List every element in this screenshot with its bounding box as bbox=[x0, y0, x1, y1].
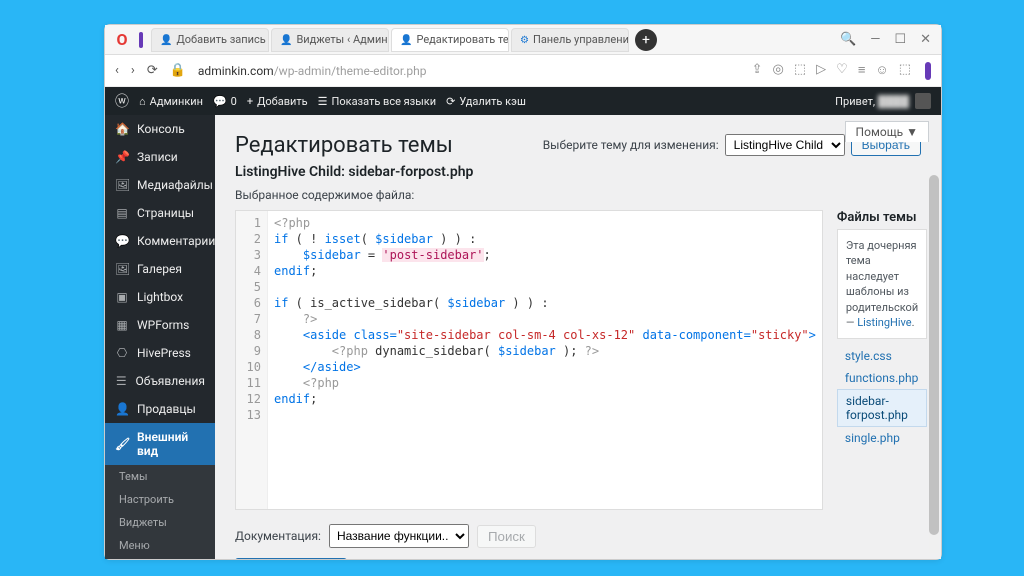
heart-icon[interactable]: ♡ bbox=[836, 62, 848, 80]
file-item[interactable]: sidebar-forpost.php bbox=[837, 389, 927, 427]
sidebar-item-posts[interactable]: 📌Записи bbox=[105, 143, 215, 171]
update-file-button[interactable]: Обновить файл bbox=[235, 558, 347, 559]
opera-icon[interactable] bbox=[113, 31, 131, 49]
theme-select-label: Выберите тему для изменения: bbox=[543, 138, 719, 152]
file-item[interactable]: functions.php bbox=[837, 367, 927, 389]
line-gutter: 12345678910111213 bbox=[236, 211, 268, 509]
sidebar-item-dashboard[interactable]: 🏠Консоль bbox=[105, 115, 215, 143]
wp-sidebar: 🏠Консоль 📌Записи 🖼Медиафайлы ▤Страницы 💬… bbox=[105, 115, 215, 559]
lightbox-icon: ▣ bbox=[115, 290, 129, 304]
url-field[interactable]: adminkin.com/wp-admin/theme-editor.php bbox=[198, 64, 740, 78]
browser-tab[interactable]: Панель управления VH bbox=[511, 28, 629, 52]
browser-tab[interactable]: Виджеты ‹ Админкин — bbox=[271, 28, 389, 52]
sidebar-item-hivepress[interactable]: ⎔HivePress bbox=[105, 339, 215, 367]
adminbar-comments[interactable]: 💬 0 bbox=[213, 95, 237, 108]
files-note: Эта дочерняя тема наследует шаблоны из р… bbox=[837, 229, 927, 339]
code-editor[interactable]: 12345678910111213 <?phpif ( ! isset( $si… bbox=[235, 210, 823, 510]
play-icon[interactable]: ▷ bbox=[816, 62, 826, 80]
minimize-icon[interactable]: — bbox=[870, 32, 880, 47]
avatar-icon[interactable] bbox=[915, 93, 931, 109]
media-icon: 🖼 bbox=[115, 178, 129, 192]
file-subtitle: ListingHive Child: sidebar-forpost.php bbox=[235, 164, 921, 180]
browser-tab[interactable]: Добавить запись ‹ Адми bbox=[151, 28, 269, 52]
menu-icon[interactable]: ≡ bbox=[858, 62, 866, 80]
comment-icon: 💬 bbox=[115, 234, 129, 248]
person-icon bbox=[160, 33, 172, 46]
adminbar-add[interactable]: + Добавить bbox=[247, 95, 308, 108]
code-body[interactable]: <?phpif ( ! isset( $sidebar ) ) : $sideb… bbox=[268, 211, 822, 509]
hive-icon: ⎔ bbox=[115, 346, 129, 360]
list-icon: ☰ bbox=[115, 374, 127, 388]
wp-adminbar: ⌂ Админкин 💬 0 + Добавить ☰ Показать все… bbox=[105, 87, 941, 115]
page-icon: ▤ bbox=[115, 206, 129, 220]
sidebar-pill bbox=[139, 32, 143, 48]
scrollbar-track[interactable] bbox=[929, 175, 939, 553]
dashboard-icon: 🏠 bbox=[115, 122, 129, 136]
sidebar-item-gallery[interactable]: 🖼Галерея bbox=[105, 255, 215, 283]
gear-icon bbox=[520, 33, 529, 46]
sidebar-item-listings[interactable]: ☰Объявления bbox=[105, 367, 215, 395]
sidebar-item-pages[interactable]: ▤Страницы bbox=[105, 199, 215, 227]
scrollbar-thumb[interactable] bbox=[929, 175, 939, 535]
help-tab[interactable]: Помощь ▼ bbox=[845, 121, 929, 142]
sidebar-sub-widgets[interactable]: Виджеты bbox=[105, 511, 215, 534]
wp-content: Помощь ▼ Редактировать темы Выберите тем… bbox=[215, 115, 941, 559]
adminbar-langs[interactable]: ☰ Показать все языки bbox=[318, 95, 436, 108]
doc-label: Документация: bbox=[235, 529, 321, 543]
pin-icon: 📌 bbox=[115, 150, 129, 164]
sidebar-item-lightbox[interactable]: ▣Lightbox bbox=[105, 283, 215, 311]
wpforms-icon: ▦ bbox=[115, 318, 129, 332]
wp-logo-icon[interactable] bbox=[115, 91, 129, 111]
browser-tab-active[interactable]: Редактировать темы ‹ А bbox=[391, 28, 509, 52]
sidebar-item-wpforms[interactable]: ▦WPForms bbox=[105, 311, 215, 339]
sidebar-sub-header[interactable]: Заголовок bbox=[105, 557, 215, 559]
cube-icon[interactable]: ⬚ bbox=[794, 62, 806, 80]
sidebar-sub-customize[interactable]: Настроить bbox=[105, 488, 215, 511]
content-desc: Выбранное содержимое файла: bbox=[235, 188, 921, 202]
maximize-icon[interactable]: ☐ bbox=[894, 32, 906, 47]
file-item[interactable]: single.php bbox=[837, 427, 927, 449]
sidebar-item-comments[interactable]: 💬Комментарии bbox=[105, 227, 215, 255]
sidebar-item-vendors[interactable]: 👤Продавцы bbox=[105, 395, 215, 423]
sidebar-item-appearance[interactable]: 🖌Внешний вид bbox=[105, 423, 215, 465]
new-tab-button[interactable]: + bbox=[635, 29, 657, 51]
adminbar-greeting[interactable]: Привет, ████ bbox=[835, 95, 909, 108]
person-icon bbox=[400, 33, 412, 46]
theme-select[interactable]: ListingHive Child bbox=[725, 134, 845, 156]
ext-icon[interactable]: ⬚ bbox=[899, 62, 911, 80]
address-bar: ‹ › ⟳ 🔒 adminkin.com/wp-admin/theme-edit… bbox=[105, 55, 941, 87]
search-icon[interactable]: 🔍 bbox=[840, 32, 856, 47]
lock-icon: 🔒 bbox=[170, 63, 186, 78]
back-icon[interactable]: ‹ bbox=[115, 63, 119, 78]
sidebar-sub-themes[interactable]: Темы bbox=[105, 465, 215, 488]
adminbar-site[interactable]: ⌂ Админкин bbox=[139, 95, 203, 108]
share-icon[interactable]: ⇪ bbox=[752, 62, 763, 80]
sidebar-item-media[interactable]: 🖼Медиафайлы bbox=[105, 171, 215, 199]
camera-icon[interactable]: ◎ bbox=[773, 62, 784, 80]
close-icon[interactable]: ✕ bbox=[920, 32, 931, 47]
browser-tabstrip: Добавить запись ‹ Адми Виджеты ‹ Админки… bbox=[105, 25, 941, 55]
adminbar-cache[interactable]: ⟳ Удалить кэш bbox=[446, 95, 526, 108]
profile-icon[interactable]: ☺ bbox=[875, 62, 888, 80]
reload-icon[interactable]: ⟳ bbox=[147, 63, 158, 78]
doc-search-button[interactable]: Поиск bbox=[477, 525, 536, 548]
sidebar-sub-menus[interactable]: Меню bbox=[105, 534, 215, 557]
person-icon bbox=[280, 33, 292, 46]
parent-theme-link[interactable]: ListingHive bbox=[857, 316, 911, 329]
user-icon: 👤 bbox=[115, 402, 129, 416]
doc-select[interactable]: Название функции... bbox=[329, 524, 469, 548]
opera-pill-icon bbox=[925, 62, 931, 80]
files-heading: Файлы темы bbox=[837, 210, 927, 225]
brush-icon: 🖌 bbox=[115, 437, 129, 451]
forward-icon[interactable]: › bbox=[131, 63, 135, 78]
gallery-icon: 🖼 bbox=[115, 262, 129, 276]
file-item[interactable]: style.css bbox=[837, 345, 927, 367]
